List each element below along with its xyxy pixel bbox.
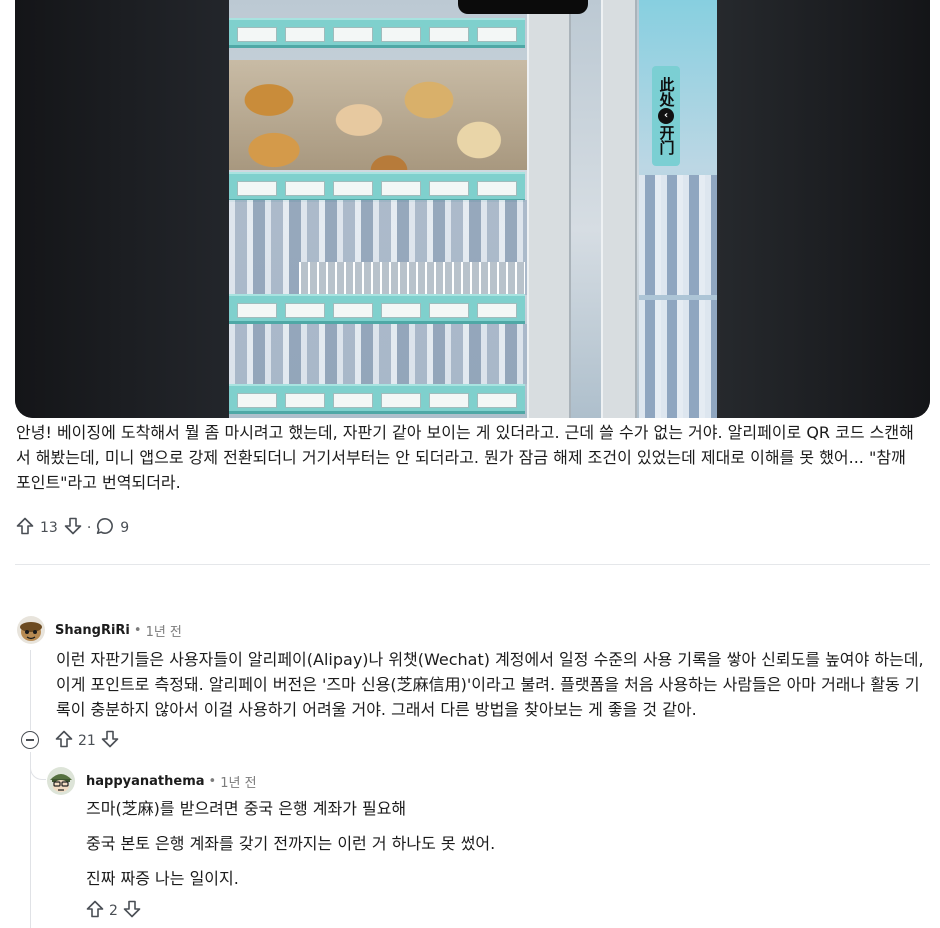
phone-notch xyxy=(458,0,588,14)
sign-text-bottom: 开门 xyxy=(657,125,676,155)
post-vote-count: 13 xyxy=(40,520,58,536)
image-blur-right xyxy=(716,0,930,418)
comment-meta: ShangRiRi • 1년 전 xyxy=(55,621,182,640)
separator-dot: · xyxy=(86,520,92,536)
downvote-icon[interactable] xyxy=(100,729,120,753)
avatar[interactable] xyxy=(16,615,46,645)
meta-separator: • xyxy=(208,774,217,789)
post-comment-count[interactable]: 9 xyxy=(120,520,129,536)
post-image[interactable]: 此处 ‹ 开门 xyxy=(15,0,930,418)
image-blur-left xyxy=(15,0,229,418)
shelf-label-strip xyxy=(229,172,525,202)
snack-shelf xyxy=(229,60,529,170)
right-door xyxy=(639,0,717,418)
sign-text-top: 此处 xyxy=(657,77,676,107)
water-bottles xyxy=(229,324,529,384)
meta-separator: • xyxy=(133,623,142,638)
collapse-thread-button[interactable] xyxy=(21,731,39,749)
upvote-icon[interactable] xyxy=(54,729,74,753)
comment-time[interactable]: 1년 전 xyxy=(220,772,256,791)
sign-arrow-icon: ‹ xyxy=(658,108,674,124)
thread-line[interactable] xyxy=(30,650,31,730)
post-actions: 13 · 9 xyxy=(15,515,134,541)
comment-author[interactable]: happyanathema xyxy=(86,774,205,789)
comment-meta: happyanathema • 1년 전 xyxy=(86,772,257,791)
downvote-icon[interactable] xyxy=(63,516,83,540)
machine-frame xyxy=(527,0,571,418)
vending-machine-photo: 此处 ‹ 开门 xyxy=(229,0,717,418)
avatar[interactable] xyxy=(46,766,76,796)
comment-author[interactable]: ShangRiRi xyxy=(55,623,130,638)
downvote-icon[interactable] xyxy=(122,899,142,923)
shelf-label-strip xyxy=(229,294,525,324)
comment-text: 이런 자판기들은 사용자들이 알리페이(Alipay)나 위챗(Wechat) … xyxy=(56,650,924,719)
open-door-sign: 此处 ‹ 开门 xyxy=(652,66,680,166)
machine-frame xyxy=(601,0,637,418)
comment-actions: 21 xyxy=(54,729,120,753)
comment-actions: 2 xyxy=(85,899,142,923)
comment-paragraph: 즈마(芝麻)를 받으려면 중국 은행 계좌가 필요해 xyxy=(86,799,407,818)
reply-connector xyxy=(30,760,46,780)
upvote-icon[interactable] xyxy=(85,899,105,923)
comment-paragraph: 진짜 짜증 나는 일이지. xyxy=(86,869,239,888)
shelf-label-strip xyxy=(229,384,525,414)
shelf-label-strip xyxy=(229,18,525,48)
upvote-icon[interactable] xyxy=(15,516,35,540)
comment-vote-count: 21 xyxy=(78,733,96,749)
comment-paragraph: 중국 본토 은행 계좌를 갖기 전까지는 이런 거 하나도 못 썼어. xyxy=(86,834,496,853)
comment-time[interactable]: 1년 전 xyxy=(146,621,182,640)
post-body-text: 안녕! 베이징에 도착해서 뭘 좀 마시려고 했는데, 자판기 같아 보이는 게… xyxy=(16,423,914,492)
divider xyxy=(15,564,930,565)
thread-line[interactable] xyxy=(30,752,31,928)
comment-icon[interactable] xyxy=(95,516,115,540)
comment-vote-count: 2 xyxy=(109,903,118,919)
